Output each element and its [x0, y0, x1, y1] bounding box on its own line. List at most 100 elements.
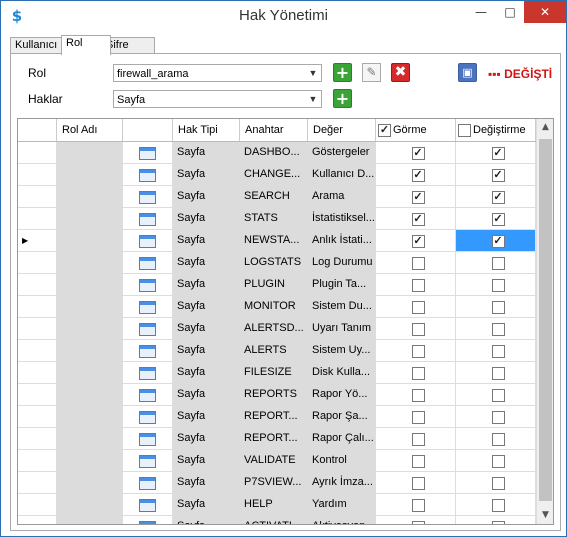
degistirme-checkbox[interactable] [491, 477, 505, 490]
cell-gorme[interactable] [376, 318, 456, 340]
scrollbar-thumb[interactable] [539, 139, 552, 501]
degistirme-checkbox[interactable] [491, 433, 505, 446]
degistirme-checkbox[interactable] [491, 279, 505, 292]
degistirme-checkbox[interactable] [491, 411, 505, 424]
vertical-scrollbar[interactable]: ▲ ▼ [536, 119, 553, 524]
table-row[interactable]: Sayfa MONITOR Sistem Du... [18, 296, 536, 318]
cell-gorme[interactable]: ✓ [376, 208, 456, 230]
scroll-down-icon[interactable]: ▼ [537, 507, 553, 524]
degistirme-checkbox[interactable] [491, 521, 505, 524]
degistirme-checkbox[interactable]: ✓ [491, 147, 505, 160]
degistirme-checkbox[interactable]: ✓ [491, 191, 505, 204]
table-row[interactable]: Sayfa ALERTS Sistem Uy... [18, 340, 536, 362]
cell-degistirme[interactable] [456, 274, 536, 296]
rol-select[interactable]: firewall_arama ▼ [113, 64, 322, 82]
cell-degistirme[interactable]: ✓ [456, 164, 536, 186]
add-role-button[interactable]: + [333, 63, 352, 82]
degistirme-checkbox[interactable] [491, 389, 505, 402]
table-row[interactable]: Sayfa LOGSTATS Log Durumu [18, 252, 536, 274]
gorme-checkbox[interactable]: ✓ [411, 169, 425, 182]
cell-gorme[interactable] [376, 340, 456, 362]
cell-gorme[interactable]: ✓ [376, 186, 456, 208]
scroll-up-icon[interactable]: ▲ [537, 119, 553, 136]
cell-degistirme[interactable] [456, 252, 536, 274]
cell-gorme[interactable] [376, 494, 456, 516]
table-row[interactable]: Sayfa REPORT... Rapor Şa... [18, 406, 536, 428]
cell-gorme[interactable]: ✓ [376, 142, 456, 164]
gorme-checkbox[interactable] [411, 301, 425, 314]
gorme-checkbox[interactable] [411, 499, 425, 512]
table-row[interactable]: SayfaACTIVATI...Aktivasyon [18, 516, 536, 524]
gorme-checkbox[interactable] [411, 323, 425, 336]
edit-role-button[interactable]: ✎ [362, 63, 381, 82]
cell-degistirme[interactable] [456, 296, 536, 318]
table-row[interactable]: Sayfa REPORTS Rapor Yö... [18, 384, 536, 406]
cell-gorme[interactable] [376, 362, 456, 384]
gorme-checkbox[interactable]: ✓ [411, 147, 425, 160]
tab-rol[interactable]: Rol [61, 35, 111, 55]
cell-gorme[interactable] [376, 450, 456, 472]
table-row[interactable]: Sayfa HELP Yardım [18, 494, 536, 516]
tab-kullanici[interactable]: Kullanıcı [10, 37, 63, 54]
gorme-checkbox[interactable] [411, 411, 425, 424]
save-button[interactable]: ▣ [458, 63, 477, 82]
cell-gorme[interactable]: ✓ [376, 164, 456, 186]
gorme-checkbox[interactable] [411, 521, 425, 524]
degistirme-header-checkbox[interactable] [458, 123, 471, 137]
col-gorme[interactable]: ✓ Görme [376, 119, 456, 141]
cell-degistirme[interactable] [456, 406, 536, 428]
cell-gorme[interactable] [376, 384, 456, 406]
table-row[interactable]: Sayfa SEARCH Arama ✓ ✓ [18, 186, 536, 208]
cell-degistirme[interactable]: ✓ [456, 230, 536, 252]
degistirme-checkbox[interactable] [491, 345, 505, 358]
cell-degistirme[interactable]: ✓ [456, 208, 536, 230]
gorme-checkbox[interactable]: ✓ [411, 213, 425, 226]
cell-degistirme[interactable] [456, 340, 536, 362]
gorme-checkbox[interactable] [411, 389, 425, 402]
gorme-checkbox[interactable] [411, 345, 425, 358]
table-row[interactable]: Sayfa P7SVIEW... Ayrık İmza... [18, 472, 536, 494]
minimize-button[interactable]: — [466, 1, 496, 23]
table-row[interactable]: ▶ Sayfa NEWSTA... Anlık İstati... ✓ ✓ [18, 230, 536, 252]
maximize-button[interactable]: □ [496, 1, 524, 23]
degistirme-checkbox[interactable]: ✓ [491, 169, 505, 182]
cell-gorme[interactable] [376, 296, 456, 318]
gorme-checkbox[interactable]: ✓ [411, 191, 425, 204]
degistirme-checkbox[interactable] [491, 257, 505, 270]
cell-degistirme[interactable] [456, 494, 536, 516]
cell-gorme[interactable]: ✓ [376, 230, 456, 252]
gorme-header-checkbox[interactable]: ✓ [378, 123, 391, 137]
add-permission-button[interactable]: + [333, 89, 352, 108]
delete-role-button[interactable]: ✖ [391, 63, 410, 82]
cell-degistirme[interactable] [456, 472, 536, 494]
cell-degistirme[interactable] [456, 516, 536, 524]
table-row[interactable]: Sayfa ALERTSD... Uyarı Tanım [18, 318, 536, 340]
table-row[interactable]: Sayfa DASHBO... Göstergeler ✓ ✓ [18, 142, 536, 164]
table-row[interactable]: Sayfa REPORT... Rapor Çalı... [18, 428, 536, 450]
gorme-checkbox[interactable]: ✓ [411, 235, 425, 248]
col-rol-adi[interactable]: Rol Adı [57, 119, 123, 141]
col-hak-tipi[interactable]: Hak Tipi [173, 119, 240, 141]
haklar-select[interactable]: Sayfa ▼ [113, 90, 322, 108]
cell-gorme[interactable] [376, 274, 456, 296]
gorme-checkbox[interactable] [411, 433, 425, 446]
cell-degistirme[interactable] [456, 384, 536, 406]
gorme-checkbox[interactable] [411, 455, 425, 468]
table-row[interactable]: Sayfa STATS İstatistiksel... ✓ ✓ [18, 208, 536, 230]
cell-gorme[interactable] [376, 516, 456, 524]
gorme-checkbox[interactable] [411, 279, 425, 292]
table-row[interactable]: Sayfa CHANGE... Kullanıcı D... ✓ ✓ [18, 164, 536, 186]
degistirme-checkbox[interactable] [491, 323, 505, 336]
col-anahtar[interactable]: Anahtar [240, 119, 308, 141]
table-row[interactable]: Sayfa PLUGIN Plugin Ta... [18, 274, 536, 296]
gorme-checkbox[interactable] [411, 367, 425, 380]
cell-degistirme[interactable] [456, 318, 536, 340]
gorme-checkbox[interactable] [411, 257, 425, 270]
cell-degistirme[interactable] [456, 428, 536, 450]
cell-degistirme[interactable]: ✓ [456, 186, 536, 208]
col-deger[interactable]: Değer [308, 119, 376, 141]
table-row[interactable]: Sayfa VALIDATE Kontrol [18, 450, 536, 472]
cell-gorme[interactable] [376, 406, 456, 428]
degistirme-checkbox[interactable]: ✓ [491, 235, 505, 248]
degistirme-checkbox[interactable] [491, 367, 505, 380]
